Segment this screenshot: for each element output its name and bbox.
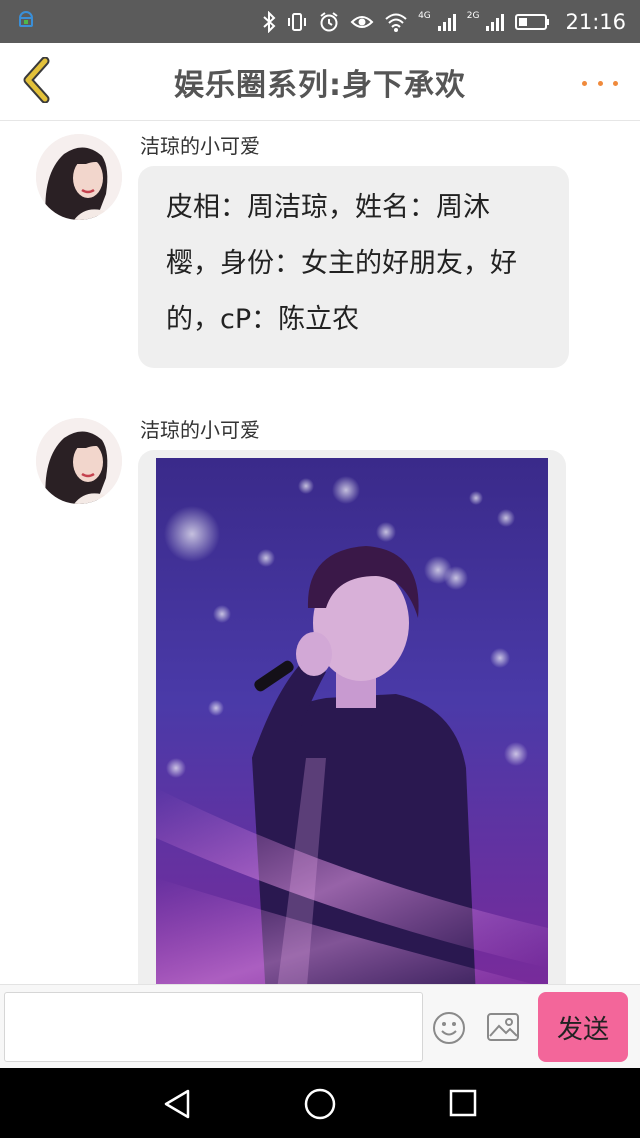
nav-recent-icon — [448, 1089, 478, 1122]
wifi-icon — [384, 11, 408, 33]
input-bar: 发送 — [0, 984, 640, 1068]
chat-message: 洁琼的小可爱 皮相：周洁琼，姓名：周沐樱，身份：女主的好朋友，好的，cP：陈立农 — [0, 122, 640, 382]
more-dots-icon — [582, 80, 587, 86]
chat-message: 洁琼的小可爱 — [0, 406, 640, 984]
battery-icon — [515, 12, 551, 32]
nav-back-button[interactable] — [162, 1088, 194, 1124]
eye-icon — [350, 11, 374, 33]
image-button[interactable] — [486, 1012, 520, 1042]
network-label-1: 4G — [418, 10, 431, 21]
send-button[interactable]: 发送 — [538, 992, 628, 1062]
sender-name: 洁琼的小可爱 — [140, 418, 260, 442]
status-left — [16, 9, 36, 34]
app-notification-icon — [16, 9, 36, 34]
chevron-left-icon — [21, 56, 51, 107]
network-label-2: 2G — [466, 10, 480, 21]
nav-home-icon — [302, 1088, 338, 1126]
status-right: 4G 2G 21:16 — [262, 10, 626, 34]
status-time: 21:16 — [565, 9, 626, 34]
more-dots-icon — [597, 80, 603, 86]
avatar[interactable] — [36, 134, 122, 220]
emoji-button[interactable] — [432, 1011, 466, 1045]
nav-recent-button[interactable] — [448, 1088, 478, 1122]
alarm-icon — [318, 11, 340, 33]
nav-back-icon — [162, 1089, 194, 1124]
back-button[interactable] — [14, 56, 58, 107]
message-input[interactable] — [4, 992, 423, 1062]
emoji-icon — [432, 1012, 466, 1049]
navigation-bar — [0, 1068, 640, 1138]
image-icon — [486, 1013, 520, 1046]
sender-name: 洁琼的小可爱 — [140, 134, 260, 158]
bluetooth-icon — [262, 10, 276, 33]
message-bubble[interactable] — [138, 450, 566, 984]
signal-icon — [437, 12, 457, 32]
header: 娱乐圈系列:身下承欢 — [0, 43, 640, 121]
message-bubble[interactable]: 皮相：周洁琼，姓名：周沐樱，身份：女主的好朋友，好的，cP：陈立农 — [138, 166, 569, 368]
status-bar: 4G 2G 21:16 — [0, 0, 640, 43]
vibrate-icon — [286, 11, 308, 33]
more-dots-icon — [613, 80, 618, 86]
page-title: 娱乐圈系列:身下承欢 — [174, 67, 466, 103]
message-text: 皮相：周洁琼，姓名：周沐樱，身份：女主的好朋友，好的，cP：陈立农 — [166, 192, 517, 335]
more-button[interactable] — [582, 73, 618, 93]
signal-icon — [485, 12, 505, 32]
nav-home-button[interactable] — [302, 1086, 338, 1126]
message-image[interactable] — [156, 458, 548, 984]
chat-list[interactable]: 洁琼的小可爱 皮相：周洁琼，姓名：周沐樱，身份：女主的好朋友，好的，cP：陈立农… — [0, 122, 640, 984]
avatar[interactable] — [36, 418, 122, 504]
